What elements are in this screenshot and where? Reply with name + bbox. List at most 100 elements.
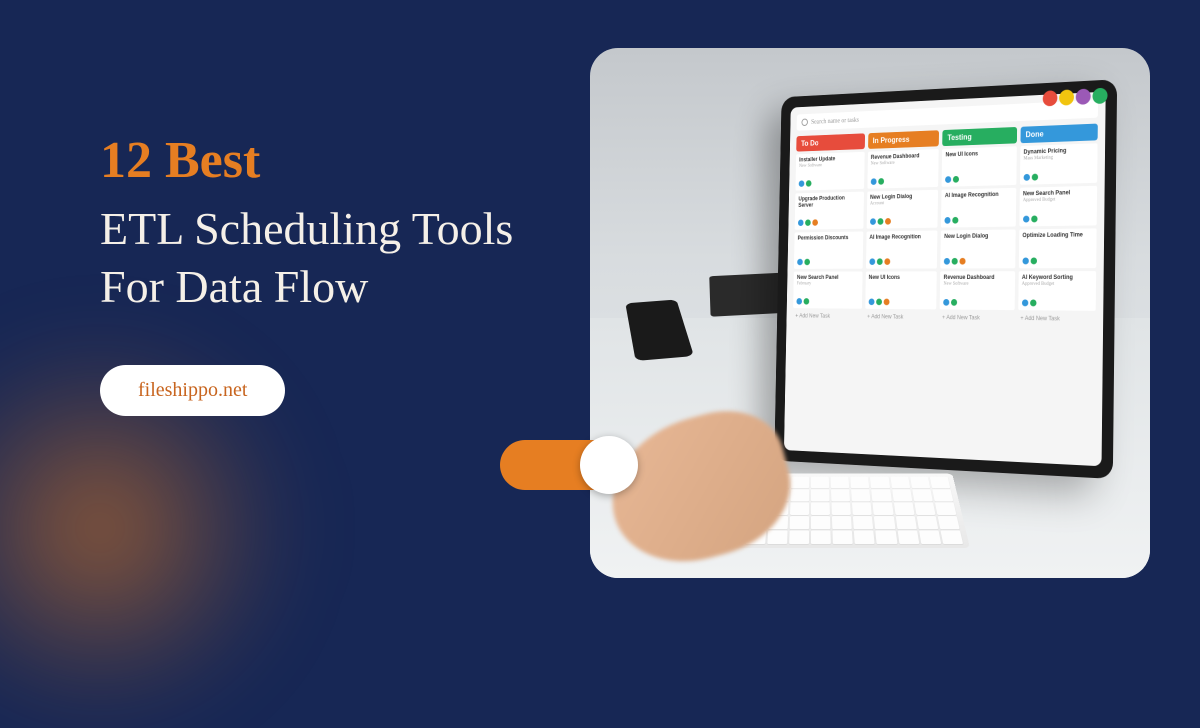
keyboard-key <box>790 489 809 501</box>
card-avatars <box>799 179 861 187</box>
card-subtitle: February <box>797 281 859 286</box>
card-title: New Login Dialog <box>944 233 1011 240</box>
search-icon <box>801 119 807 127</box>
avatar-dot <box>1031 216 1037 223</box>
keyboard-key <box>919 530 941 544</box>
avatar-dot <box>797 259 803 265</box>
kanban-card[interactable]: Upgrade Production Server <box>795 192 864 230</box>
avatar-dot <box>1030 257 1036 264</box>
column-header: In Progress <box>868 130 939 149</box>
keyboard-key <box>832 502 852 515</box>
keyboard-key <box>852 502 872 515</box>
keyboard-key <box>789 516 809 529</box>
kanban-column: TestingNew UI IconsAI Image RecognitionN… <box>937 127 1016 454</box>
card-title: New UI Icons <box>945 150 1012 159</box>
keyboard-key <box>831 477 850 489</box>
card-title: AI Image Recognition <box>945 192 1012 200</box>
card-title: New UI Icons <box>869 275 934 281</box>
user-avatar[interactable] <box>1092 88 1107 104</box>
kanban-card[interactable]: Revenue DashboardNew Software <box>940 271 1015 310</box>
card-avatars <box>945 174 1012 183</box>
avatar-dot <box>878 178 884 185</box>
kanban-card[interactable]: Installer UpdateNew Software <box>795 152 864 191</box>
toggle-knob <box>580 436 638 494</box>
keyboard-key <box>895 516 916 529</box>
kanban-card[interactable]: New Search PanelApproved Budget <box>1019 186 1097 227</box>
card-title: AI Image Recognition <box>869 234 934 241</box>
add-task-button[interactable]: + Add New Task <box>939 312 1014 324</box>
avatar-dot <box>868 299 874 306</box>
card-avatars <box>797 258 859 265</box>
keyboard-key <box>872 489 892 501</box>
card-avatars <box>1023 172 1093 181</box>
avatar-dot <box>877 218 883 225</box>
avatar-dot <box>799 180 805 187</box>
kanban-card[interactable]: Permission Discounts <box>794 232 863 269</box>
keyboard-key <box>832 516 852 529</box>
card-avatars <box>1021 299 1092 306</box>
card-avatars <box>943 299 1011 306</box>
kanban-card[interactable]: Optimize Loading Time <box>1018 228 1096 268</box>
tablet-device: Search name or tasks To DoInstaller Upda… <box>774 79 1117 479</box>
kanban-card[interactable]: New Login DialogAccount <box>866 190 938 229</box>
keyboard-key <box>910 477 930 489</box>
kanban-card[interactable]: AI Image Recognition <box>941 188 1016 228</box>
avatar-dot <box>944 258 950 265</box>
keyboard-key <box>811 530 831 544</box>
user-avatar[interactable] <box>1076 88 1091 104</box>
headline-accent: 12 Best <box>100 130 580 192</box>
avatar-dot <box>796 298 802 304</box>
kanban-card[interactable]: New Search PanelFebruary <box>793 271 862 308</box>
user-avatar[interactable] <box>1043 90 1058 106</box>
keyboard-key <box>932 489 953 501</box>
toggle-switch[interactable] <box>500 440 630 490</box>
keyboard-key <box>851 489 871 501</box>
keyboard-key <box>874 516 895 529</box>
avatar-dot <box>869 258 875 265</box>
tablet-screen: Search name or tasks To DoInstaller Upda… <box>784 92 1106 467</box>
keyboard-key <box>831 489 850 501</box>
avatar-dot <box>876 258 882 265</box>
avatar-dot <box>885 218 891 225</box>
kanban-card[interactable]: New Login Dialog <box>940 229 1015 268</box>
avatar-dot <box>884 258 890 265</box>
avatar-dot <box>1023 216 1029 223</box>
keyboard-key <box>937 516 959 529</box>
kanban-card[interactable]: Dynamic PricingMass Marketing <box>1019 143 1097 185</box>
keyboard-key <box>892 489 912 501</box>
add-task-button[interactable]: + Add New Task <box>793 311 862 323</box>
kanban-card[interactable]: New UI Icons <box>865 271 937 309</box>
avatar-dot <box>944 217 950 224</box>
kanban-card[interactable]: AI Image Recognition <box>866 231 938 269</box>
kanban-card[interactable]: Revenue DashboardNew Software <box>867 149 939 189</box>
keyboard-key <box>940 530 963 544</box>
avatar-dot <box>812 219 818 225</box>
website-pill[interactable]: fileshippo.net <box>100 365 285 416</box>
avatar-dot <box>952 217 958 224</box>
keyboard-key <box>811 489 830 501</box>
card-avatars <box>1023 215 1093 223</box>
card-subtitle: New Software <box>943 281 1011 286</box>
keyboard-key <box>811 477 829 489</box>
card-title: Upgrade Production Server <box>798 195 860 208</box>
content-area: 12 Best ETL Scheduling Tools For Data Fl… <box>100 130 580 416</box>
keyboard-key <box>890 477 910 489</box>
kanban-column: In ProgressRevenue DashboardNew Software… <box>862 130 939 450</box>
avatar-dot <box>945 176 951 183</box>
kanban-column: DoneDynamic PricingMass MarketingNew Sea… <box>1016 124 1098 458</box>
kanban-card[interactable]: AI Keyword SortingApproved Budget <box>1018 271 1096 311</box>
card-subtitle: Approved Budget <box>1022 282 1093 287</box>
user-avatar[interactable] <box>1059 89 1074 105</box>
add-task-button[interactable]: + Add New Task <box>865 312 937 324</box>
avatar-dot <box>804 259 810 265</box>
card-avatars <box>869 258 934 265</box>
avatar-dot <box>798 220 804 226</box>
avatar-row <box>1043 88 1108 107</box>
avatar-dot <box>1022 258 1028 265</box>
card-subtitle: Account <box>870 200 935 206</box>
keyboard-key <box>916 516 938 529</box>
card-title: Optimize Loading Time <box>1022 232 1092 239</box>
kanban-card[interactable]: New UI Icons <box>942 146 1017 187</box>
add-task-button[interactable]: + Add New Task <box>1018 313 1096 326</box>
hero-image-frame: Search name or tasks To DoInstaller Upda… <box>590 48 1150 578</box>
